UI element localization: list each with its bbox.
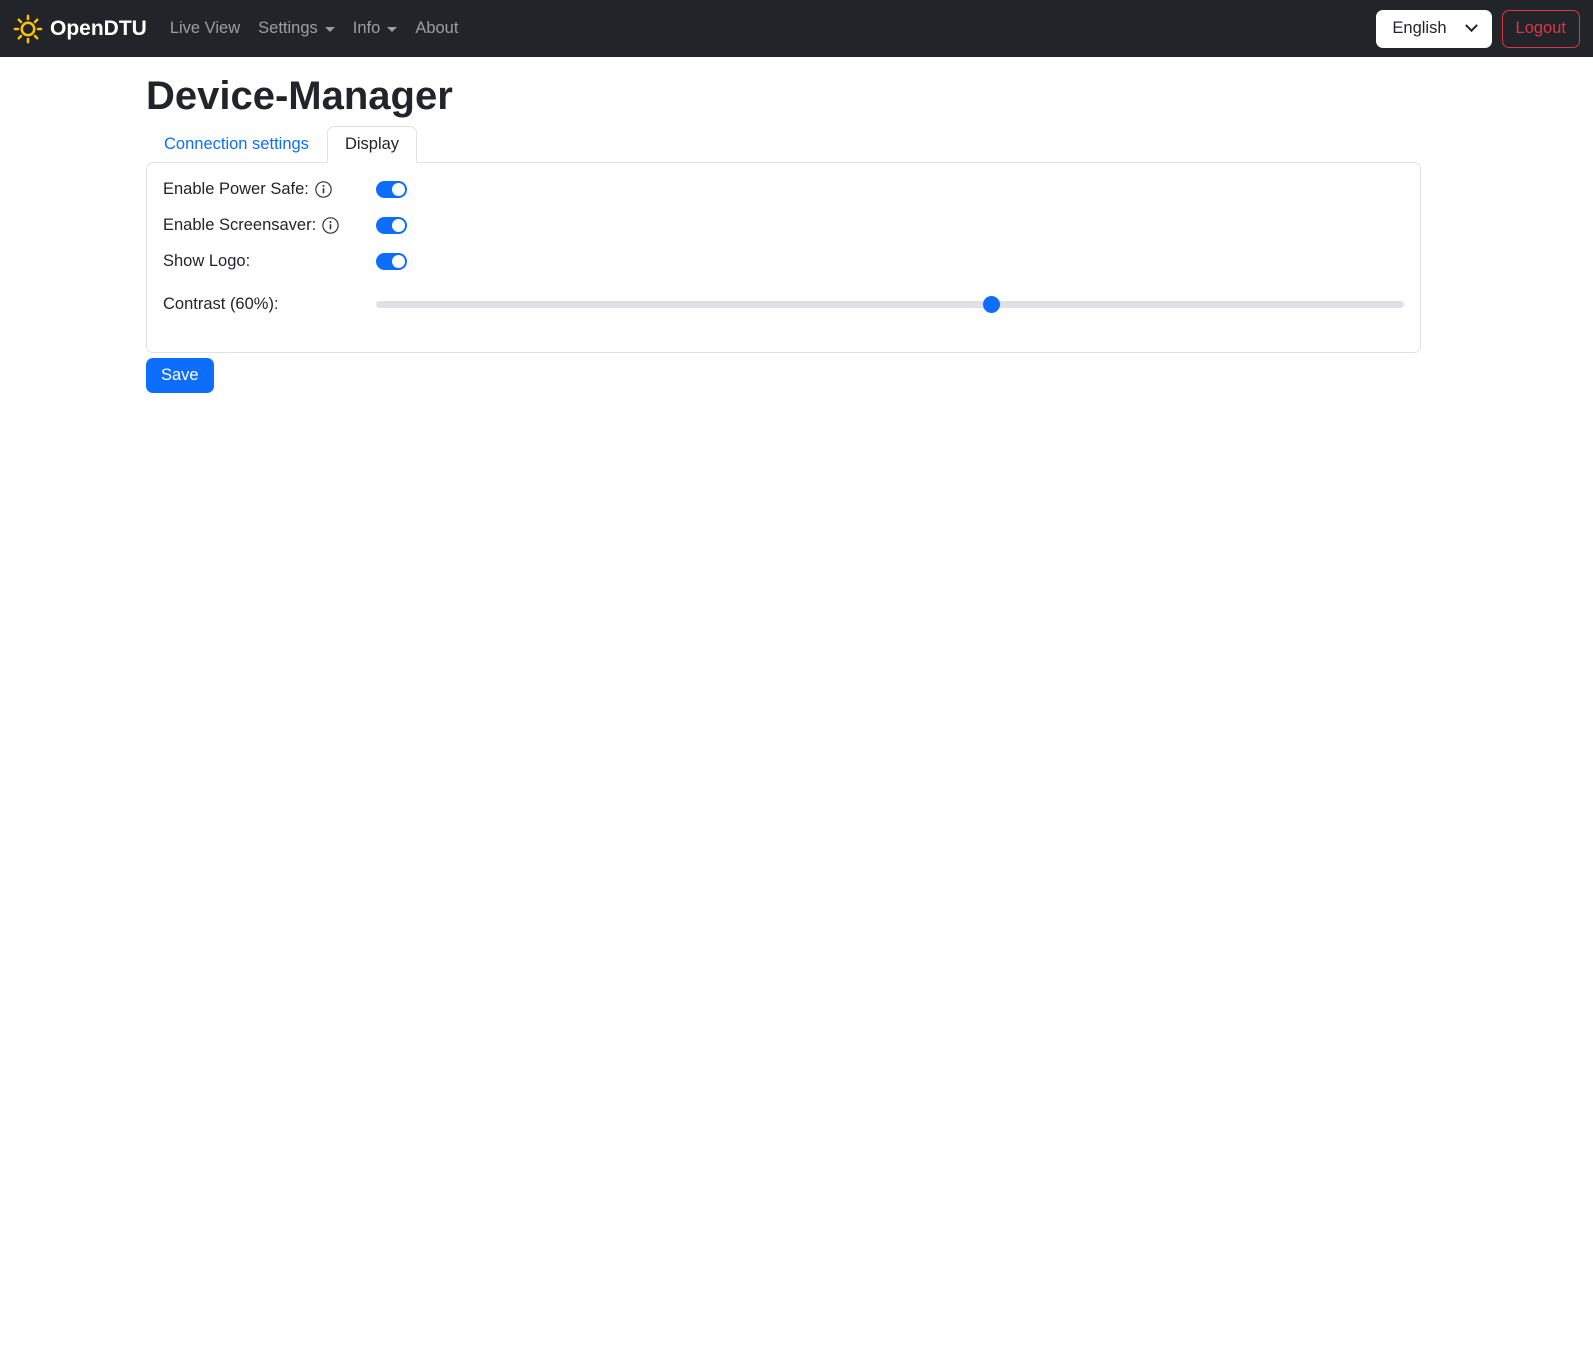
setting-row-show-logo: Show Logo: — [163, 252, 1404, 271]
info-icon[interactable] — [315, 181, 332, 198]
setting-control — [376, 181, 1404, 198]
page-title: Device-Manager — [146, 74, 453, 118]
navbar-right: English Logout — [1376, 9, 1580, 48]
setting-label: Show Logo: — [163, 252, 251, 270]
nav-item-label: Live View — [169, 19, 241, 37]
sun-icon — [13, 14, 43, 44]
toggle-knob — [392, 183, 405, 196]
top-navbar: OpenDTU Live View Settings Info About En… — [0, 0, 1593, 57]
setting-label-group: Contrast (60%): — [163, 295, 376, 314]
setting-control — [376, 217, 1404, 234]
nav-item-label: Settings — [258, 19, 318, 37]
nav-item-info[interactable]: Info — [344, 11, 407, 46]
setting-control — [376, 295, 1404, 314]
tab-bar: Connection settings Display — [146, 126, 1421, 163]
setting-label-group: Show Logo: — [163, 252, 376, 271]
nav-links: Live View Settings Info About — [161, 11, 468, 46]
power-safe-toggle[interactable] — [376, 181, 407, 198]
screensaver-toggle[interactable] — [376, 217, 407, 234]
setting-label-group: Enable Power Safe: — [163, 180, 376, 199]
tab-display[interactable]: Display — [326, 126, 418, 163]
nav-item-settings[interactable]: Settings — [249, 11, 344, 46]
setting-label-group: Enable Screensaver: — [163, 216, 376, 235]
toggle-knob — [392, 219, 405, 232]
info-icon[interactable] — [322, 217, 339, 234]
nav-item-about[interactable]: About — [406, 11, 467, 46]
logout-button[interactable]: Logout — [1501, 9, 1580, 48]
brand[interactable]: OpenDTU — [13, 14, 147, 44]
main-content: Device-Manager Connection settings Displ… — [146, 74, 1421, 393]
display-settings-card: Enable Power Safe: Enable Screensaver: S… — [146, 162, 1421, 353]
tab-connection-settings[interactable]: Connection settings — [146, 126, 327, 163]
save-button[interactable]: Save — [146, 358, 214, 393]
language-selected-value: English — [1392, 19, 1447, 37]
show-logo-toggle[interactable] — [376, 253, 407, 270]
caret-down-icon — [324, 27, 335, 32]
nav-item-label: Info — [352, 19, 381, 37]
setting-control — [376, 253, 1404, 270]
nav-item-live-view[interactable]: Live View — [161, 11, 249, 46]
setting-label: Contrast (60%): — [163, 295, 279, 313]
setting-label: Enable Power Safe: — [163, 180, 309, 198]
nav-item-label: About — [415, 19, 459, 37]
caret-down-icon — [387, 27, 398, 32]
language-select[interactable]: English — [1376, 9, 1492, 48]
setting-row-contrast: Contrast (60%): — [163, 295, 1404, 314]
setting-label: Enable Screensaver: — [163, 216, 317, 234]
contrast-slider[interactable] — [376, 295, 1404, 314]
toggle-knob — [392, 255, 405, 268]
chevron-down-icon — [1464, 19, 1478, 33]
brand-label: OpenDTU — [50, 16, 147, 40]
setting-row-screensaver: Enable Screensaver: — [163, 216, 1404, 235]
setting-row-power-safe: Enable Power Safe: — [163, 180, 1404, 199]
